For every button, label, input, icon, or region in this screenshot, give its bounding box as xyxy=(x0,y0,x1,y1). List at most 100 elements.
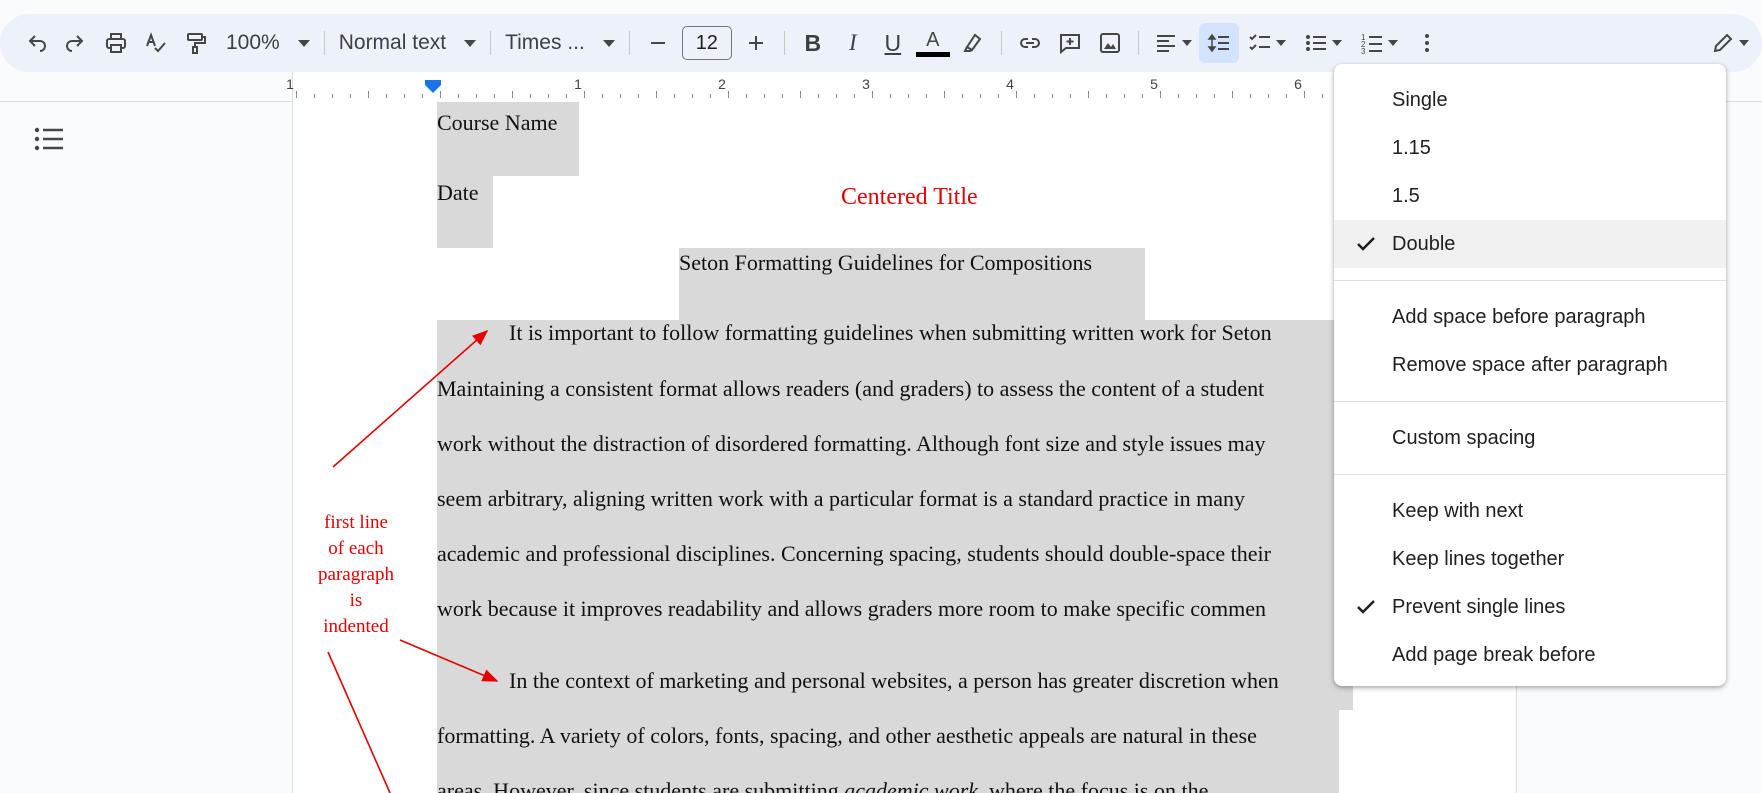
ruler-number: 6 xyxy=(1294,76,1302,92)
custom-spacing-option[interactable]: Custom spacing xyxy=(1334,414,1726,462)
ruler-number: 2 xyxy=(718,76,726,92)
toolbar-divider xyxy=(490,31,492,55)
text-color-icon: A xyxy=(926,28,940,51)
ruler-tick xyxy=(512,91,513,98)
editing-mode-dropdown[interactable] xyxy=(1700,23,1760,63)
undo-icon xyxy=(28,35,46,52)
para2-line: In the context of marketing and personal… xyxy=(509,668,1279,693)
checkmark-icon xyxy=(1357,600,1375,614)
header-course-name: Course Name xyxy=(437,110,558,135)
ruler-tick xyxy=(1304,91,1305,98)
para1-line: Maintaining a consistent format allows r… xyxy=(437,376,1265,401)
prevent-single-lines-option[interactable]: Prevent single lines xyxy=(1334,583,1726,631)
menu-divider xyxy=(1334,280,1726,281)
ruler-tick xyxy=(674,94,675,98)
add-page-break-before-option[interactable]: Add page break before xyxy=(1334,631,1726,679)
more-vert-icon xyxy=(1424,34,1429,52)
bulleted-list-icon xyxy=(1305,35,1326,51)
ruler-tick xyxy=(368,91,369,98)
highlight-color-button[interactable] xyxy=(953,23,993,63)
ruler-tick xyxy=(494,94,495,98)
para1-line: seem arbitrary, aligning written work wi… xyxy=(437,486,1246,511)
add-comment-button[interactable] xyxy=(1050,23,1090,63)
keep-lines-together-option[interactable]: Keep lines together xyxy=(1334,535,1726,583)
ruler-tick xyxy=(1232,91,1233,98)
spacing-1-15-option[interactable]: 1.15 xyxy=(1334,124,1726,172)
align-dropdown[interactable] xyxy=(1147,23,1199,63)
spacing-double-option[interactable]: Double xyxy=(1334,220,1726,268)
ruler-tick xyxy=(1160,91,1161,98)
increase-font-size-button[interactable] xyxy=(736,23,776,63)
ruler-tick xyxy=(818,94,819,98)
align-left-icon xyxy=(1156,35,1175,52)
more-options-button[interactable] xyxy=(1407,23,1447,63)
chevron-down-icon xyxy=(1181,40,1192,46)
menu-item-label: Single xyxy=(1392,88,1448,111)
zoom-dropdown[interactable]: 100% xyxy=(220,23,316,63)
document-outline-icon[interactable] xyxy=(34,126,64,152)
add-space-before-option[interactable]: Add space before paragraph xyxy=(1334,293,1726,341)
ruler-number: 1 xyxy=(286,76,294,92)
keep-with-next-option[interactable]: Keep with next xyxy=(1334,487,1726,535)
menu-item-label: Keep lines together xyxy=(1392,547,1565,570)
text-color-button[interactable]: A xyxy=(913,23,953,63)
pencil-icon xyxy=(1713,33,1733,53)
font-size-input[interactable]: 12 xyxy=(681,26,732,60)
ruler-tick xyxy=(638,94,639,98)
indent-marker-icon[interactable] xyxy=(425,80,441,94)
spacing-single-option[interactable]: Single xyxy=(1334,76,1726,124)
chevron-down-icon xyxy=(464,39,477,47)
insert-image-button[interactable] xyxy=(1090,23,1130,63)
redo-button[interactable] xyxy=(56,23,96,63)
line-spacing-icon xyxy=(1207,33,1229,53)
print-button[interactable] xyxy=(96,23,136,63)
underline-icon: U xyxy=(884,29,902,56)
menu-item-label: Add page break before xyxy=(1392,643,1596,666)
font-dropdown[interactable]: Times ... xyxy=(499,23,621,63)
checklist-dropdown[interactable] xyxy=(1239,23,1295,63)
para1-line: work without the distraction of disorder… xyxy=(437,431,1266,456)
insert-link-button[interactable] xyxy=(1010,23,1050,63)
undo-button[interactable] xyxy=(16,23,56,63)
style-value: Normal text xyxy=(338,31,447,54)
underline-button[interactable]: U xyxy=(873,23,913,63)
ruler-tick xyxy=(926,94,927,98)
chevron-down-icon xyxy=(1387,40,1398,46)
para2-text: areas. However, since students are submi… xyxy=(437,778,839,793)
chevron-down-icon xyxy=(602,39,615,47)
add-comment-icon xyxy=(1059,34,1080,55)
chevron-down-icon xyxy=(1275,40,1286,46)
spellcheck-button[interactable] xyxy=(136,23,176,63)
bulleted-list-dropdown[interactable] xyxy=(1295,23,1351,63)
annotation-centered-title: Centered Title xyxy=(841,184,978,210)
paint-format-button[interactable] xyxy=(176,23,216,63)
remove-space-after-option[interactable]: Remove space after paragraph xyxy=(1334,341,1726,389)
decrease-font-size-button[interactable] xyxy=(638,23,678,63)
line-spacing-button[interactable] xyxy=(1198,23,1239,63)
bold-button[interactable]: B xyxy=(793,23,833,63)
menu-item-label: Add space before paragraph xyxy=(1392,305,1646,328)
style-dropdown[interactable]: Normal text xyxy=(333,23,482,63)
annotation-line: is xyxy=(349,590,363,611)
ruler-tick xyxy=(296,91,297,98)
para2-italic-text: academic work xyxy=(844,778,979,793)
ruler-tick xyxy=(422,94,423,98)
ruler-tick xyxy=(764,94,765,98)
ruler-number: 5 xyxy=(1150,76,1158,92)
ruler-number: 3 xyxy=(862,76,870,92)
spacing-1-5-option[interactable]: 1.5 xyxy=(1334,172,1726,220)
ruler-tick xyxy=(692,94,693,98)
numbered-list-dropdown[interactable]: 123 xyxy=(1351,23,1407,63)
ruler-tick xyxy=(1178,94,1179,98)
ruler-tick xyxy=(404,94,405,98)
annotation-line: of each xyxy=(328,538,384,559)
menu-divider xyxy=(1334,474,1726,475)
ruler-tick xyxy=(1034,94,1035,98)
ruler-tick xyxy=(620,94,621,98)
ruler-tick xyxy=(1016,91,1017,98)
ruler-tick xyxy=(332,94,333,98)
print-icon xyxy=(106,33,126,53)
italic-button[interactable]: I xyxy=(833,23,873,63)
ruler-tick xyxy=(1286,94,1287,98)
ruler-tick xyxy=(890,94,891,98)
